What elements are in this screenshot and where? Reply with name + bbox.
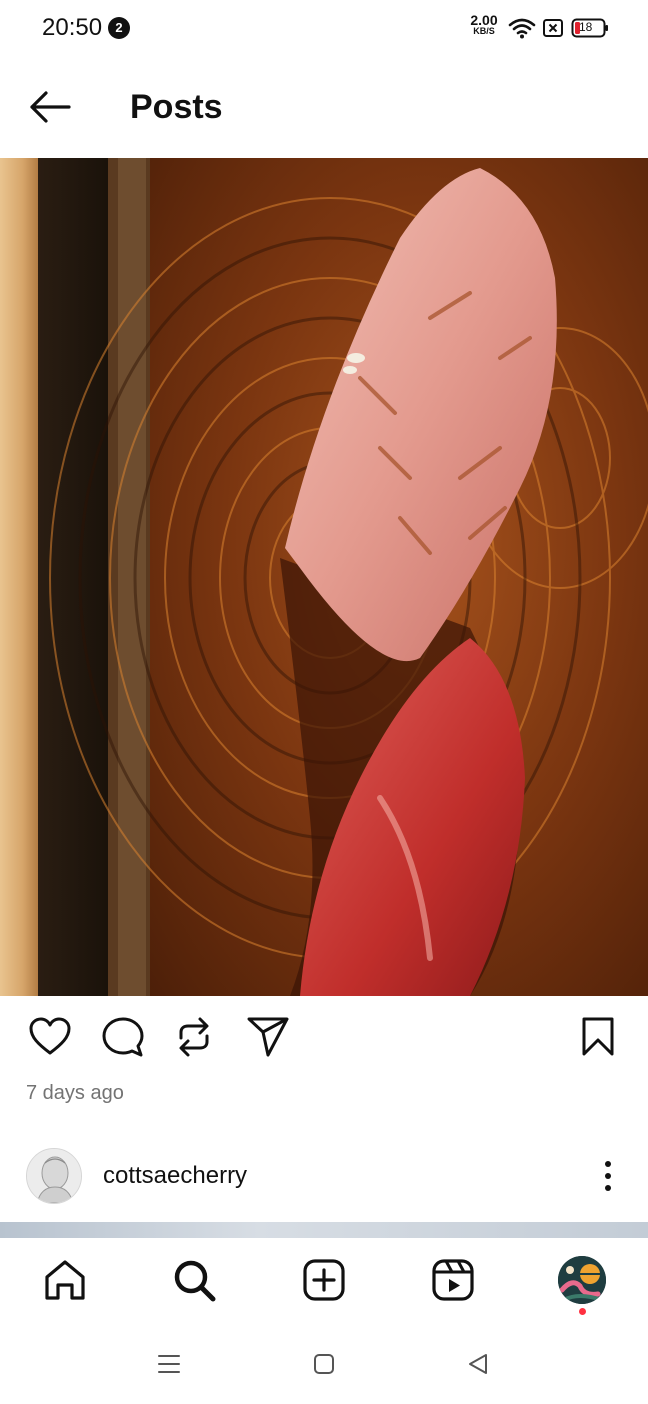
post-image[interactable] [0, 158, 648, 996]
page-header: Posts [0, 58, 648, 158]
create-icon[interactable] [302, 1258, 346, 1302]
profile-avatar[interactable] [558, 1256, 606, 1304]
search-icon[interactable] [172, 1258, 218, 1304]
next-post-header: cottsaecherry [0, 1144, 648, 1210]
heart-icon[interactable] [28, 1016, 72, 1056]
bottom-tab-bar [0, 1238, 648, 1328]
no-sim-icon [543, 19, 563, 37]
home-square-icon[interactable] [312, 1352, 336, 1376]
comment-icon[interactable] [101, 1016, 145, 1058]
notification-count-badge: 2 [108, 17, 130, 39]
network-speed: 2.00 KB/S [466, 12, 502, 37]
post-actions [0, 996, 648, 1076]
more-options-icon[interactable] [596, 1158, 620, 1194]
reels-icon[interactable] [431, 1258, 475, 1302]
network-speed-value: 2.00 [470, 12, 498, 28]
post-timestamp: 7 days ago [26, 1082, 124, 1104]
repost-icon[interactable] [174, 1016, 214, 1058]
status-bar: 20:50 2 2.00 KB/S 18 [0, 0, 648, 58]
username[interactable]: cottsaecherry [103, 1162, 247, 1190]
back-arrow-icon[interactable] [28, 90, 72, 124]
system-nav-bar [0, 1328, 648, 1404]
battery-level: 18 [579, 20, 593, 34]
next-post-image-preview [0, 1222, 648, 1238]
back-triangle-icon[interactable] [466, 1352, 490, 1376]
menu-icon[interactable] [157, 1352, 181, 1376]
bookmark-icon[interactable] [580, 1016, 616, 1058]
share-icon[interactable] [246, 1016, 290, 1058]
notification-dot [579, 1308, 586, 1315]
post-image-art [0, 158, 648, 996]
avatar[interactable] [26, 1148, 82, 1204]
home-icon[interactable] [43, 1258, 87, 1302]
page-title: Posts [130, 88, 223, 126]
status-time: 20:50 [42, 14, 103, 41]
wifi-icon [508, 18, 536, 39]
